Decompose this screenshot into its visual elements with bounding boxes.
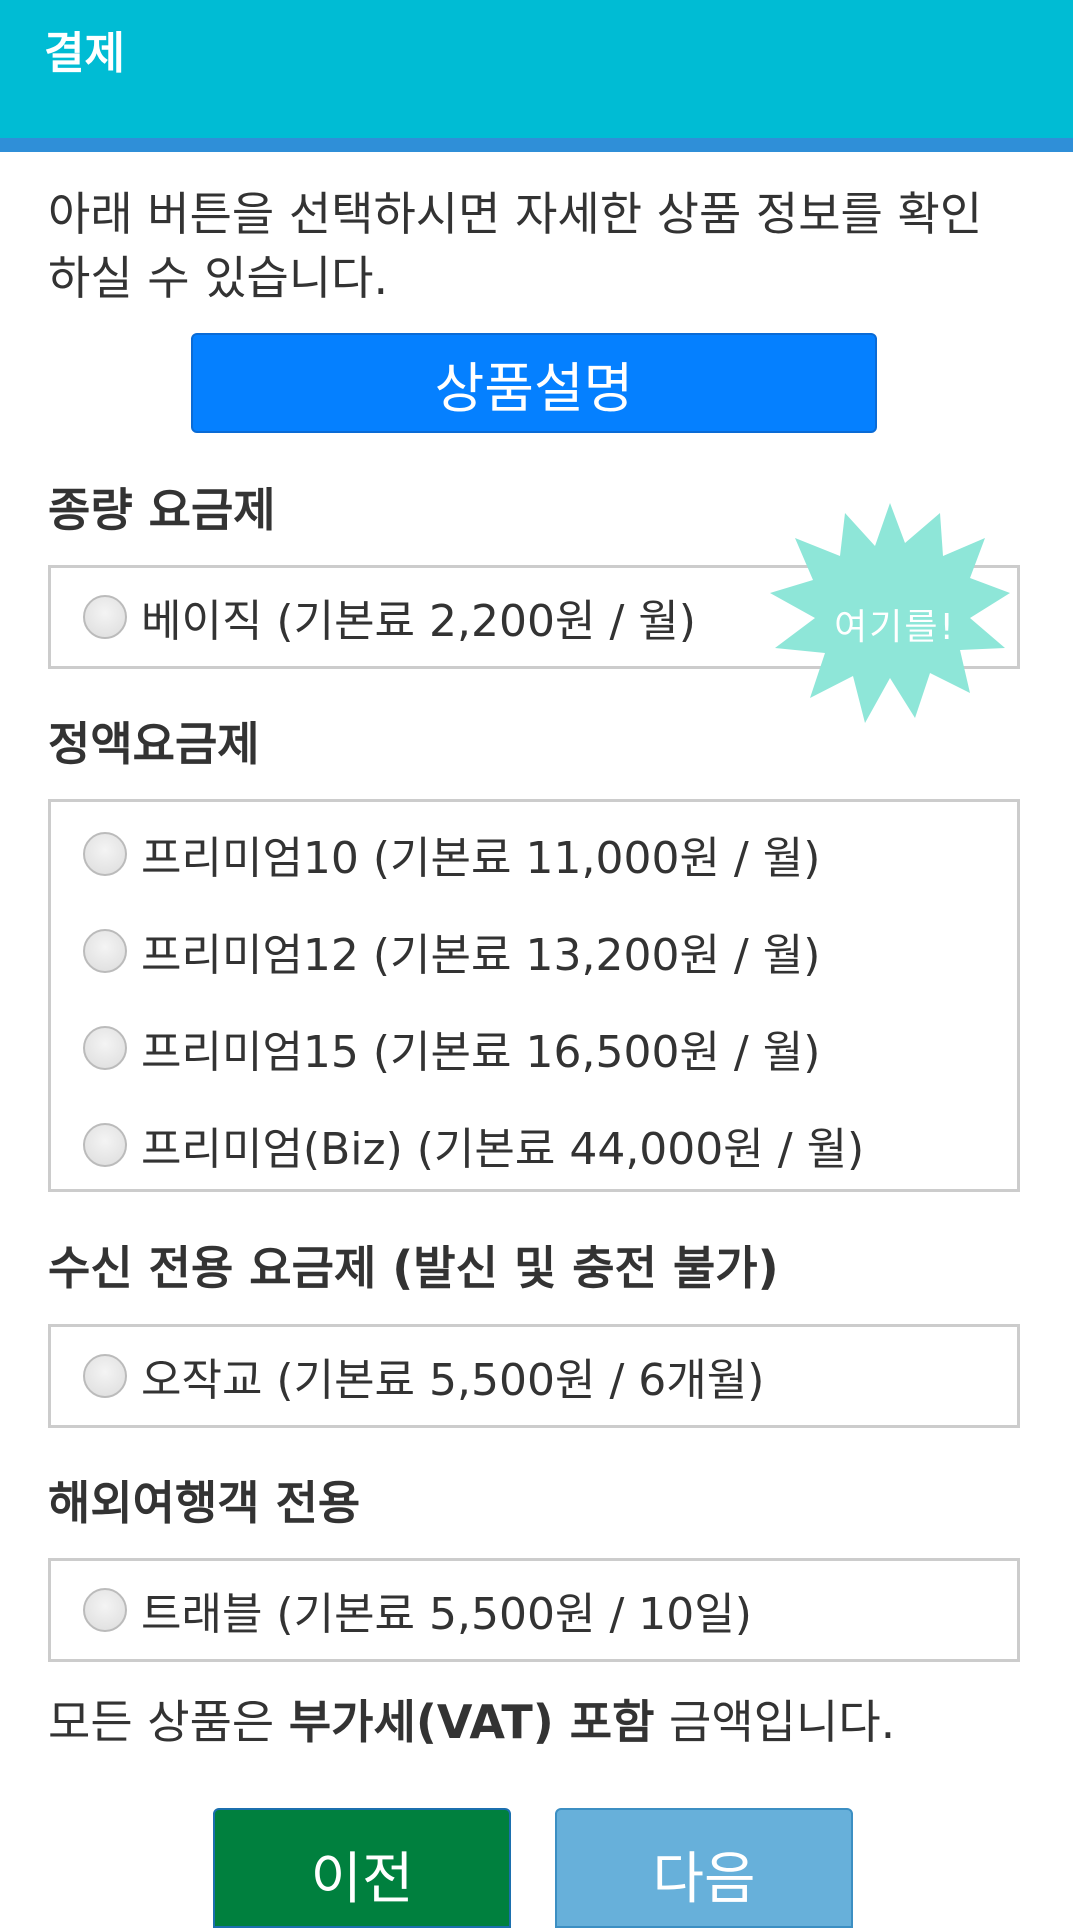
page-title: 결제 bbox=[44, 28, 125, 79]
radio-button[interactable] bbox=[83, 1026, 127, 1070]
prev-button[interactable]: 이전 bbox=[213, 1808, 511, 1928]
plan-option-label: 트래블 (기본료 5,500원 / 10일) bbox=[141, 1589, 752, 1640]
next-button[interactable]: 다음 bbox=[555, 1808, 853, 1928]
plan-option-label: 프리미엄10 (기본료 11,000원 / 월) bbox=[141, 833, 821, 884]
radio-button[interactable] bbox=[83, 1588, 127, 1632]
plan-option-premium-biz[interactable]: 프리미엄(Biz) (기본료 44,000원 / 월) bbox=[83, 1115, 864, 1175]
vat-notice-prefix: 모든 상품은 bbox=[48, 1695, 289, 1749]
plan-option-label: 베이직 (기본료 2,200원 / 월) bbox=[141, 596, 696, 647]
radio-button[interactable] bbox=[83, 1354, 127, 1398]
plan-option-label: 프리미엄12 (기본료 13,200원 / 월) bbox=[141, 930, 821, 981]
plan-box-receive-only: 오작교 (기본료 5,500원 / 6개월) bbox=[48, 1324, 1020, 1428]
vat-notice-suffix: 금액입니다. bbox=[654, 1695, 896, 1749]
plan-option-basic[interactable]: 베이직 (기본료 2,200원 / 월) bbox=[83, 587, 696, 647]
radio-button[interactable] bbox=[83, 832, 127, 876]
sticker-text: 여기를! bbox=[834, 607, 956, 648]
plan-option-ojakgyo[interactable]: 오작교 (기본료 5,500원 / 6개월) bbox=[83, 1346, 764, 1406]
plan-option-travel[interactable]: 트래블 (기본료 5,500원 / 10일) bbox=[83, 1580, 752, 1640]
plan-option-premium15[interactable]: 프리미엄15 (기본료 16,500원 / 월) bbox=[83, 1018, 820, 1078]
header-divider bbox=[0, 138, 1073, 152]
radio-button[interactable] bbox=[83, 595, 127, 639]
plan-box-travel: 트래블 (기본료 5,500원 / 10일) bbox=[48, 1558, 1020, 1662]
section-title-receive-only: 수신 전용 요금제 (발신 및 충전 불가) bbox=[48, 1241, 779, 1295]
plan-option-premium10[interactable]: 프리미엄10 (기본료 11,000원 / 월) bbox=[83, 824, 820, 884]
section-title-fixed: 정액요금제 bbox=[48, 717, 260, 771]
plan-option-premium12[interactable]: 프리미엄12 (기본료 13,200원 / 월) bbox=[83, 921, 820, 981]
product-description-button[interactable]: 상품설명 bbox=[191, 333, 877, 433]
plan-box-fixed: 프리미엄10 (기본료 11,000원 / 월) 프리미엄12 (기본료 13,… bbox=[48, 799, 1020, 1192]
plan-option-label: 프리미엄15 (기본료 16,500원 / 월) bbox=[141, 1027, 821, 1078]
radio-button[interactable] bbox=[83, 929, 127, 973]
app-header: 결제 bbox=[0, 0, 1073, 138]
intro-text: 아래 버튼을 선택하시면 자세한 상품 정보를 확인 하실 수 있습니다. bbox=[48, 187, 983, 305]
radio-button[interactable] bbox=[83, 1123, 127, 1167]
vat-notice: 모든 상품은 부가세(VAT) 포함 금액입니다. bbox=[48, 1692, 895, 1752]
plan-option-label: 프리미엄(Biz) (기본료 44,000원 / 월) bbox=[141, 1124, 865, 1175]
vat-notice-bold: 부가세(VAT) 포함 bbox=[288, 1695, 655, 1749]
section-title-travel: 해외여행객 전용 bbox=[48, 1476, 361, 1530]
plan-option-label: 오작교 (기본료 5,500원 / 6개월) bbox=[141, 1355, 765, 1406]
section-title-flat: 종량 요금제 bbox=[48, 483, 276, 537]
